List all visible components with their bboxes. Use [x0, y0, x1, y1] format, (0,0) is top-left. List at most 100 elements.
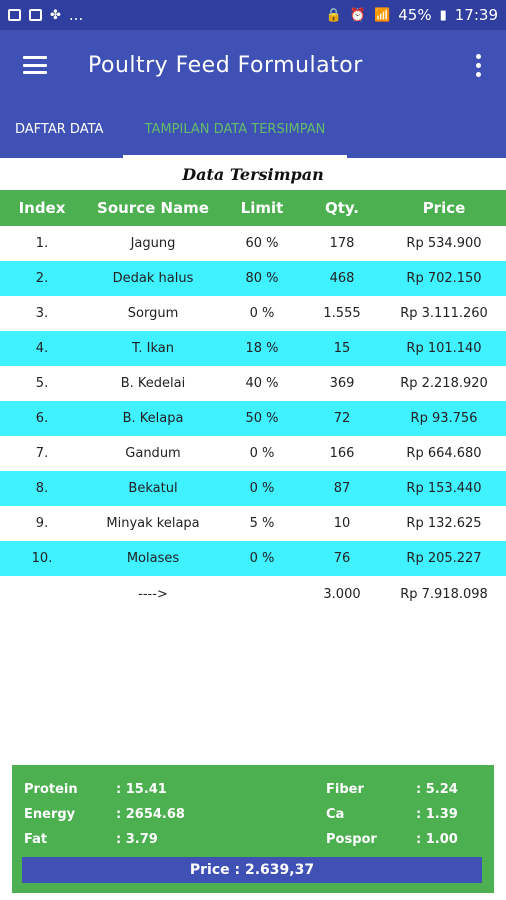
cell-source-name: Bekatul	[128, 481, 178, 496]
cell-source-name: B. Kedelai	[120, 376, 186, 391]
cell-source-name: Minyak kelapa	[106, 516, 200, 531]
cell-index: 7.	[35, 446, 49, 461]
cell-source-name: T. Ikan	[131, 341, 174, 356]
table-row: 8. Bekatul 0 % 87 Rp 153.440	[0, 471, 506, 506]
cell-price: Rp 2.218.920	[400, 376, 488, 391]
gallery-notification-icon	[8, 9, 21, 21]
pospor-value: : 1.00	[416, 832, 458, 847]
cell-limit: 40 %	[245, 376, 279, 391]
column-header-index: Index	[18, 199, 66, 217]
fiber-value: : 5.24	[416, 782, 458, 797]
battery-percent: 45%	[398, 6, 432, 24]
cell-limit: 5 %	[249, 516, 275, 531]
battery-icon: ▮	[439, 7, 447, 23]
table-row: 2. Dedak halus 80 % 468 Rp 702.150	[0, 261, 506, 296]
cell-index: 4.	[35, 341, 49, 356]
cell-qty: 166	[329, 446, 355, 461]
cell-index: 10.	[31, 551, 53, 566]
tab-bar: DAFTAR DATA TAMPILAN DATA TERSIMPAN	[0, 100, 506, 158]
cell-source-name: Gandum	[125, 446, 181, 461]
status-bar-left: ✤ ...	[8, 6, 83, 24]
cell-price: Rp 702.150	[406, 271, 482, 286]
more-vert-icon	[475, 53, 481, 77]
ca-label: Ca	[326, 807, 345, 822]
cell-source-name: Dedak halus	[112, 271, 194, 286]
table-header-row: Index Source Name Limit Qty. Price	[0, 190, 506, 226]
more-notifications-text: ...	[68, 6, 84, 24]
table-row: 4. T. Ikan 18 % 15 Rp 101.140	[0, 331, 506, 366]
cell-qty: 178	[329, 236, 355, 251]
table-row: 7. Gandum 0 % 166 Rp 664.680	[0, 436, 506, 471]
overflow-menu-button[interactable]	[450, 30, 506, 100]
cell-limit: 50 %	[245, 411, 279, 426]
summary-row: Fat : 3.79 Pospor : 1.00	[24, 827, 484, 852]
tab-daftar-data[interactable]: DAFTAR DATA	[0, 100, 123, 158]
cell-limit: 80 %	[245, 271, 279, 286]
fat-label: Fat	[24, 832, 48, 847]
pospor-label: Pospor	[326, 832, 377, 847]
tab-tampilan-data-tersimpan[interactable]: TAMPILAN DATA TERSIMPAN	[123, 100, 347, 158]
nutrition-summary-card: Protein : 15.41 Fiber : 5.24 Energy : 26…	[12, 765, 494, 893]
table-title: Data Tersimpan	[182, 165, 324, 184]
status-bar: ✤ ... 🔒 ⏰ 📶 45% ▮ 17:39	[0, 0, 506, 30]
cell-qty: 369	[329, 376, 355, 391]
cell-index: 9.	[35, 516, 49, 531]
table-row: 9. Minyak kelapa 5 % 10 Rp 132.625	[0, 506, 506, 541]
cell-qty: 15	[333, 341, 351, 356]
app-bar: Poultry Feed Formulator	[0, 30, 506, 100]
column-header-price: Price	[422, 199, 466, 217]
cell-index: 5.	[35, 376, 49, 391]
hamburger-icon	[23, 56, 47, 74]
wifi-icon: 📶	[374, 7, 391, 23]
column-header-qty: Qty.	[324, 199, 360, 217]
cell-price: Rp 101.140	[406, 341, 482, 356]
cell-limit: 0 %	[249, 446, 275, 461]
cell-qty: 76	[333, 551, 351, 566]
table-row: 6. B. Kelapa 50 % 72 Rp 93.756	[0, 401, 506, 436]
status-bar-right: 🔒 ⏰ 📶 45% ▮ 17:39	[326, 6, 498, 24]
total-price-bar: Price : 2.639,37	[22, 857, 482, 883]
totals-row: ----> 3.000 Rp 7.918.098	[0, 576, 506, 612]
summary-row: Protein : 15.41 Fiber : 5.24	[24, 777, 484, 802]
cell-index: 3.	[35, 306, 49, 321]
lock-icon: 🔒	[325, 7, 342, 23]
cell-source-name: Jagung	[130, 236, 176, 251]
menu-button[interactable]	[0, 30, 70, 100]
cell-price: Rp 93.756	[410, 411, 478, 426]
total-price: Rp 7.918.098	[400, 586, 488, 602]
protein-value: : 15.41	[116, 782, 167, 797]
cell-qty: 87	[333, 481, 351, 496]
cell-index: 2.	[35, 271, 49, 286]
cell-price: Rp 205.227	[406, 551, 482, 566]
cell-limit: 0 %	[249, 481, 275, 496]
data-table: Index Source Name Limit Qty. Price 1. Ja…	[0, 190, 506, 612]
table-row: 5. B. Kedelai 40 % 369 Rp 2.218.920	[0, 366, 506, 401]
energy-label: Energy	[24, 807, 76, 822]
total-qty: 3.000	[323, 586, 361, 602]
cell-limit: 0 %	[249, 306, 275, 321]
cell-limit: 60 %	[245, 236, 279, 251]
table-row: 1. Jagung 60 % 178 Rp 534.900	[0, 226, 506, 261]
cell-qty: 10	[333, 516, 351, 531]
cell-qty: 468	[329, 271, 355, 286]
alarm-icon: ⏰	[349, 7, 367, 23]
cell-index: 8.	[35, 481, 49, 496]
cell-price: Rp 153.440	[406, 481, 482, 496]
app-title: Poultry Feed Formulator	[88, 52, 363, 78]
cell-price: Rp 664.680	[406, 446, 482, 461]
column-header-source-name: Source Name	[97, 199, 209, 217]
cell-limit: 18 %	[245, 341, 279, 356]
table-row: 3. Sorgum 0 % 1.555 Rp 3.111.260	[0, 296, 506, 331]
cell-limit: 0 %	[249, 551, 275, 566]
cell-index: 6.	[35, 411, 49, 426]
app-notification-icon	[29, 9, 42, 21]
cell-source-name: Molases	[126, 551, 180, 566]
cell-qty: 1.555	[323, 306, 361, 321]
cell-price: Rp 132.625	[406, 516, 482, 531]
cell-index: 1.	[35, 236, 49, 251]
clock: 17:39	[454, 6, 498, 24]
column-header-limit: Limit	[240, 199, 284, 217]
fan-notification-icon: ✤	[50, 7, 61, 23]
protein-label: Protein	[24, 782, 78, 797]
cell-price: Rp 534.900	[406, 236, 482, 251]
